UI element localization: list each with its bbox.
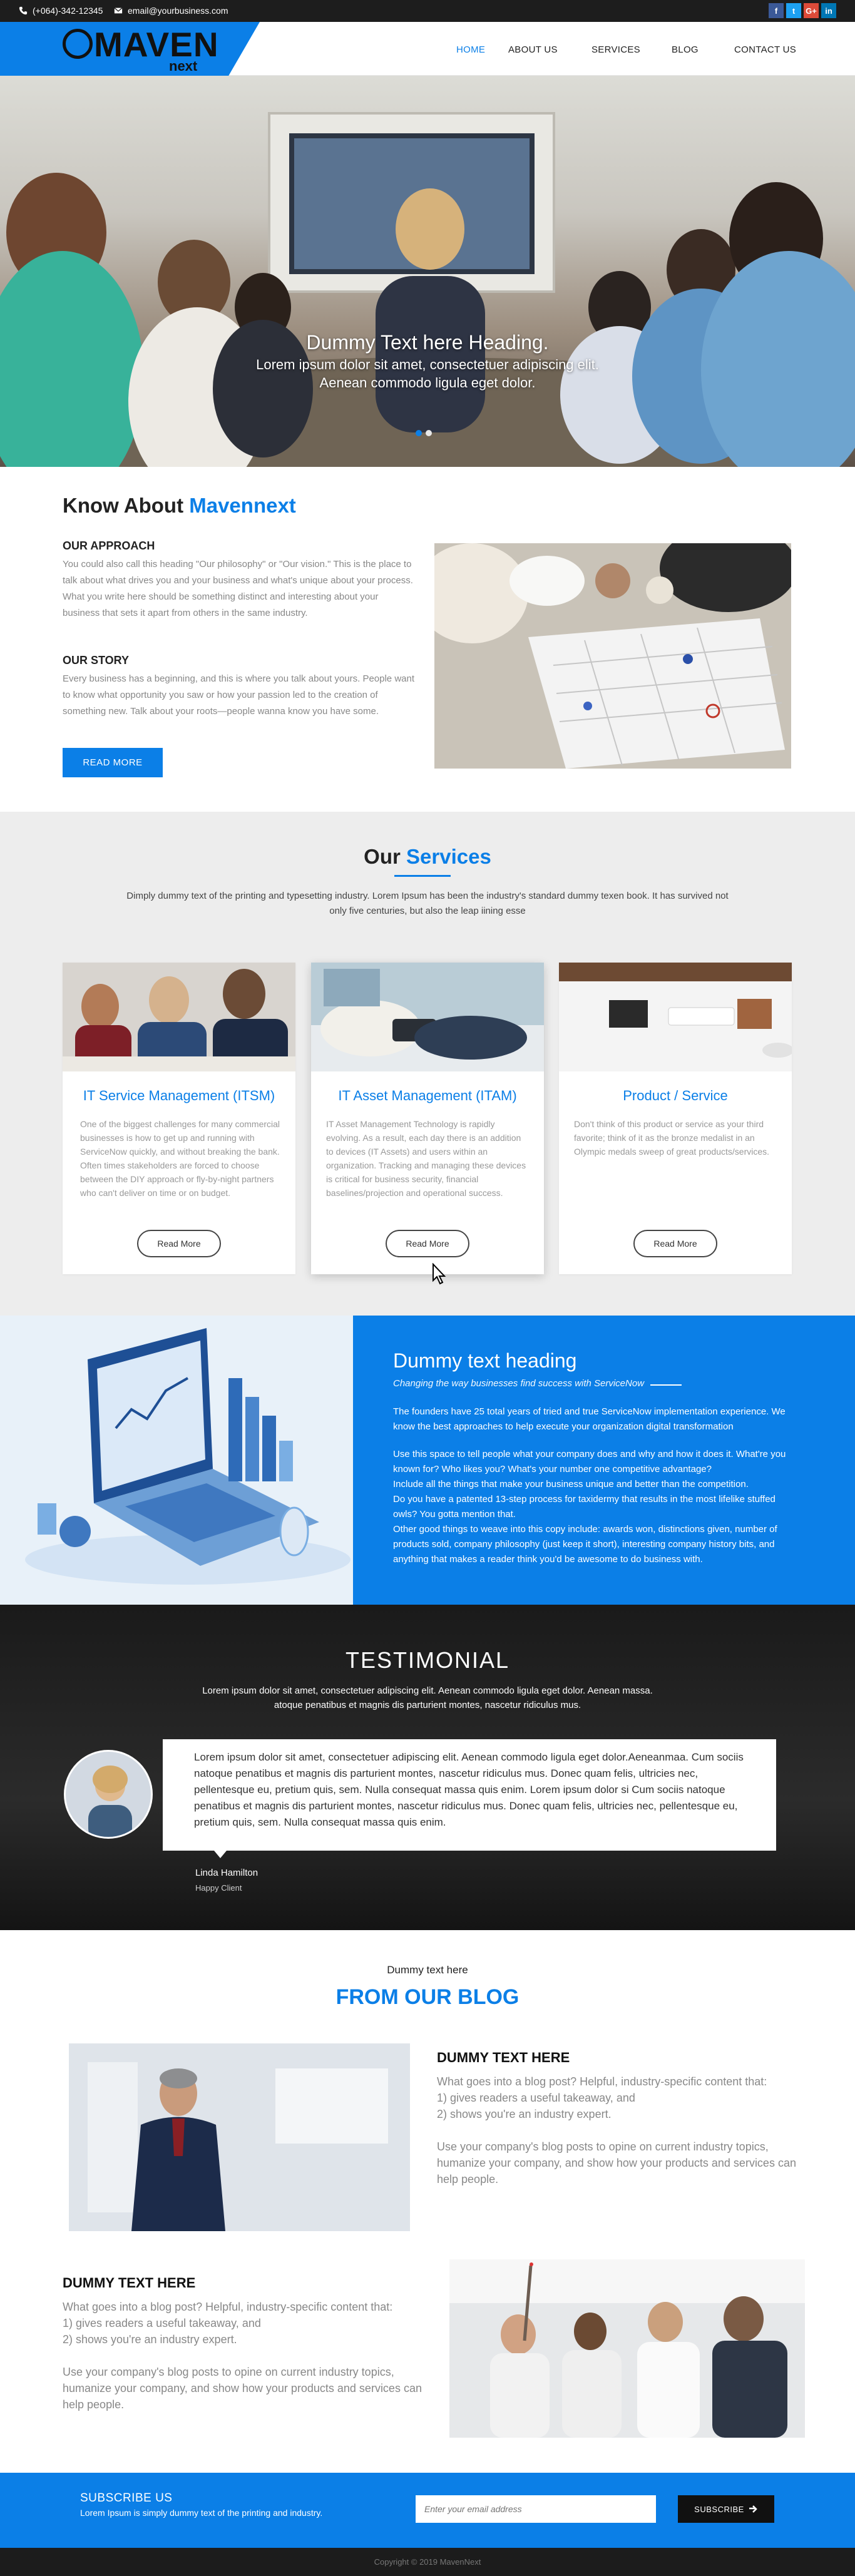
footer: Copyright © 2019 MavenNext [0, 2548, 855, 2576]
subheading-rule [650, 1384, 682, 1386]
service-card-itsm: IT Service Management (ITSM) One of the … [63, 963, 295, 1274]
hero-text-line-1: Lorem ipsum dolor sit amet, consectetuer… [256, 357, 599, 372]
about-title: Know About Mavennext [63, 494, 296, 517]
nav-contact-us[interactable]: CONTACT US [734, 44, 796, 55]
card-text: Don't think of this product or service a… [574, 1119, 770, 1157]
feature-paragraph-3: Include all the things that make your bu… [393, 1479, 749, 1490]
blog-post-1-body: Use your company's blog posts to opine o… [437, 2140, 796, 2185]
testimonial-quote: Lorem ipsum dolor sit amet, consectetuer… [194, 1751, 744, 1828]
hero-slider: Dummy Text here Heading. Lorem ipsum dol… [0, 76, 855, 467]
read-more-button[interactable]: READ MORE [63, 748, 163, 777]
top-bar: (+064)-342-12345 email@yourbusiness.com … [0, 0, 855, 22]
testimonial-title: TESTIMONIAL [345, 1647, 510, 1673]
feature-paragraph-2: Use this space to tell people what your … [393, 1449, 786, 1475]
blog-post-2-point-1: 1) gives readers a useful takeaway, and [63, 2317, 261, 2329]
twitter-icon[interactable]: t [786, 3, 801, 18]
product-image [559, 963, 794, 1071]
blog-post-2-image [449, 2259, 805, 2438]
service-card-itam: IT Asset Management (ITAM) IT Asset Mana… [311, 963, 544, 1274]
feature-paragraph-1: The founders have 25 total years of trie… [393, 1406, 786, 1432]
blog-post-1-title[interactable]: DUMMY TEXT HERE [437, 2050, 570, 2066]
blog-post-2-intro: What goes into a blog post? Helpful, ind… [63, 2301, 393, 2313]
blog-post-2-point-2: 2) shows you're an industry expert. [63, 2333, 237, 2346]
nav-blog[interactable]: BLOG [672, 44, 699, 55]
card-text: IT Asset Management Technology is rapidl… [326, 1119, 526, 1198]
title-underline [394, 875, 451, 877]
card-title: IT Service Management (ITSM) [83, 1088, 275, 1103]
nav-home[interactable]: HOME [456, 44, 485, 55]
testimonial-quote-box: Lorem ipsum dolor sit amet, consectetuer… [163, 1739, 776, 1851]
subscribe-text: Lorem Ipsum is simply dummy text of the … [80, 2508, 323, 2518]
itsm-image [63, 963, 295, 1071]
testimonial-section: TESTIMONIAL Lorem ipsum dolor sit amet, … [0, 1605, 855, 1930]
blog-post-1-point-1: 1) gives readers a useful takeaway, and [437, 2092, 635, 2104]
blog-post-1-intro: What goes into a blog post? Helpful, ind… [437, 2075, 767, 2088]
arrow-right-icon [749, 2505, 757, 2513]
blog-title: FROM OUR BLOG [335, 1985, 520, 2009]
approach-heading: OUR APPROACH [63, 539, 155, 552]
email-address: email@yourbusiness.com [128, 6, 228, 16]
blog-post-1-point-2: 2) shows you're an industry expert. [437, 2108, 612, 2120]
envelope-icon [114, 8, 123, 14]
hero-text-line-2: Aenean commodo ligula eget dolor. [319, 375, 536, 391]
services-title: Our Services [364, 845, 491, 868]
blog-post-1-image [69, 2043, 410, 2231]
feature-paragraph-4: Do you have a patented 13-step process f… [393, 1494, 776, 1520]
hero-image [0, 112, 855, 467]
card-title: Product / Service [623, 1088, 728, 1103]
quote-pointer [214, 1851, 227, 1858]
feature-paragraph-5: Other good things to weave into this cop… [393, 1524, 777, 1565]
avatar [64, 1750, 153, 1839]
nav-services[interactable]: SERVICES [591, 44, 640, 55]
card-text: One of the biggest challenges for many c… [80, 1119, 280, 1198]
approach-text: You could also call this heading "Our ph… [63, 559, 413, 618]
read-more-button[interactable]: Read More [633, 1230, 717, 1257]
phone-contact[interactable]: (+064)-342-12345 [19, 6, 103, 16]
mouse-cursor-icon [433, 1263, 446, 1285]
site-header: MAVEN next HOME ABOUT US SERVICES BLOG C… [0, 22, 855, 76]
services-intro: Dimply dummy text of the printing and ty… [126, 891, 729, 916]
linkedin-icon[interactable]: in [821, 3, 836, 18]
nav-about-us[interactable]: ABOUT US [508, 44, 558, 55]
client-role: Happy Client [195, 1883, 242, 1893]
email-input[interactable] [416, 2495, 656, 2523]
read-more-button[interactable]: Read More [137, 1230, 221, 1257]
testimonial-intro-2: atoque penatibus et magnis dis parturien… [274, 1700, 581, 1710]
logo-wordmark[interactable]: MAVEN [94, 26, 219, 63]
itam-image [311, 963, 544, 1071]
subscribe-button-label: SUBSCRIBE [694, 2504, 744, 2514]
client-name: Linda Hamilton [195, 1868, 259, 1878]
logo-subtext: next [169, 58, 198, 74]
hero-heading: Dummy Text here Heading. [306, 331, 549, 354]
feature-subheading: Changing the way businesses find success… [393, 1378, 645, 1389]
story-text: Every business has a beginning, and this… [63, 673, 415, 717]
feature-illustration [0, 1316, 353, 1605]
logo-mark-icon [63, 29, 93, 59]
phone-icon [19, 6, 28, 15]
card-title: IT Asset Management (ITAM) [338, 1088, 517, 1103]
laptop-chart-illustration-icon [25, 1328, 351, 1585]
blog-post-2-body: Use your company's blog posts to opine o… [63, 2366, 422, 2411]
copyright: Copyright © 2019 MavenNext [374, 2557, 481, 2567]
feature-content: Dummy text heading Changing the way busi… [353, 1316, 855, 1605]
about-image [434, 543, 791, 769]
read-more-button[interactable]: Read More [386, 1230, 469, 1257]
google-plus-icon[interactable]: G+ [804, 3, 819, 18]
email-contact[interactable]: email@yourbusiness.com [114, 6, 228, 16]
blog-post-2-title[interactable]: DUMMY TEXT HERE [63, 2275, 195, 2291]
story-heading: OUR STORY [63, 654, 130, 667]
subscribe-title: SUBSCRIBE US [80, 2492, 173, 2505]
facebook-icon[interactable]: f [769, 3, 784, 18]
subscribe-section: SUBSCRIBE US Lorem Ipsum is simply dummy… [0, 2473, 855, 2548]
slider-dot[interactable] [426, 430, 432, 436]
service-card-product: Product / Service Don't think of this pr… [559, 963, 794, 1274]
feature-heading: Dummy text heading [393, 1349, 577, 1372]
slider-dot-active[interactable] [416, 430, 422, 436]
testimonial-intro-1: Lorem ipsum dolor sit amet, consectetuer… [202, 1685, 653, 1696]
blog-kicker: Dummy text here [387, 1964, 468, 1976]
phone-number: (+064)-342-12345 [33, 6, 103, 16]
subscribe-button[interactable]: SUBSCRIBE [678, 2495, 774, 2523]
